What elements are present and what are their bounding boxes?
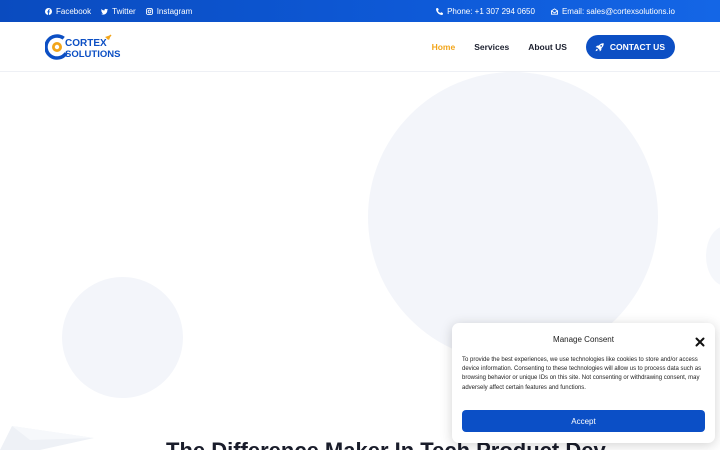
nav-item-about-us[interactable]: About US [528,42,567,52]
facebook-link[interactable]: Facebook [45,7,91,16]
site-header: CORTEX SOLUTIONS Home Services About US … [0,22,720,72]
page: Facebook Twitter Instagram Phone: +1 307… [0,0,720,450]
cortex-logo[interactable]: CORTEX SOLUTIONS [44,33,121,61]
decorative-circle-large [368,72,658,362]
logo-line1: CORTEX [65,38,107,49]
phone-link[interactable]: Phone: +1 307 294 0650 [436,7,535,16]
email-label: Email: sales@cortexsolutions.io [561,6,675,16]
twitter-icon [101,8,109,15]
close-consent-button[interactable] [695,334,705,347]
contact-us-button[interactable]: CONTACT US [585,35,675,59]
email-link[interactable]: Email: sales@cortexsolutions.io [550,6,675,16]
decorative-circle-small [62,277,183,398]
top-bar: Facebook Twitter Instagram Phone: +1 307… [0,0,720,22]
twitter-label: Twitter [112,6,136,16]
logo-graphic: CORTEX SOLUTIONS [44,34,120,60]
facebook-icon [45,7,52,15]
cookie-consent-dialog: Manage Consent To provide the best exper… [452,323,715,443]
instagram-label: Instagram [156,6,193,16]
close-icon [695,337,705,347]
paper-plane-graphic [0,426,94,450]
consent-title: Manage Consent [553,335,614,344]
logo-line2: SOLUTIONS [65,49,120,60]
contact-us-label: CONTACT US [609,42,665,52]
nav-item-services[interactable]: Services [474,42,509,52]
instagram-link[interactable]: Instagram [145,6,193,16]
social-links: Facebook Twitter Instagram [45,0,192,22]
decorative-circle-edge [706,226,720,286]
envelope-icon [550,7,558,15]
consent-body: To provide the best experiences, we use … [462,357,702,391]
nav-item-home[interactable]: Home [432,42,456,52]
instagram-icon [145,7,153,15]
rocket-icon [595,42,604,51]
contact-info: Phone: +1 307 294 0650 Email: sales@cort… [436,0,675,22]
phone-icon [436,7,444,15]
accept-button[interactable]: Accept [462,410,705,432]
phone-label: Phone: +1 307 294 0650 [447,6,535,16]
facebook-label: Facebook [56,6,92,16]
twitter-link[interactable]: Twitter [101,7,136,16]
main-nav: Home Services About US CONTACT US [432,35,675,59]
